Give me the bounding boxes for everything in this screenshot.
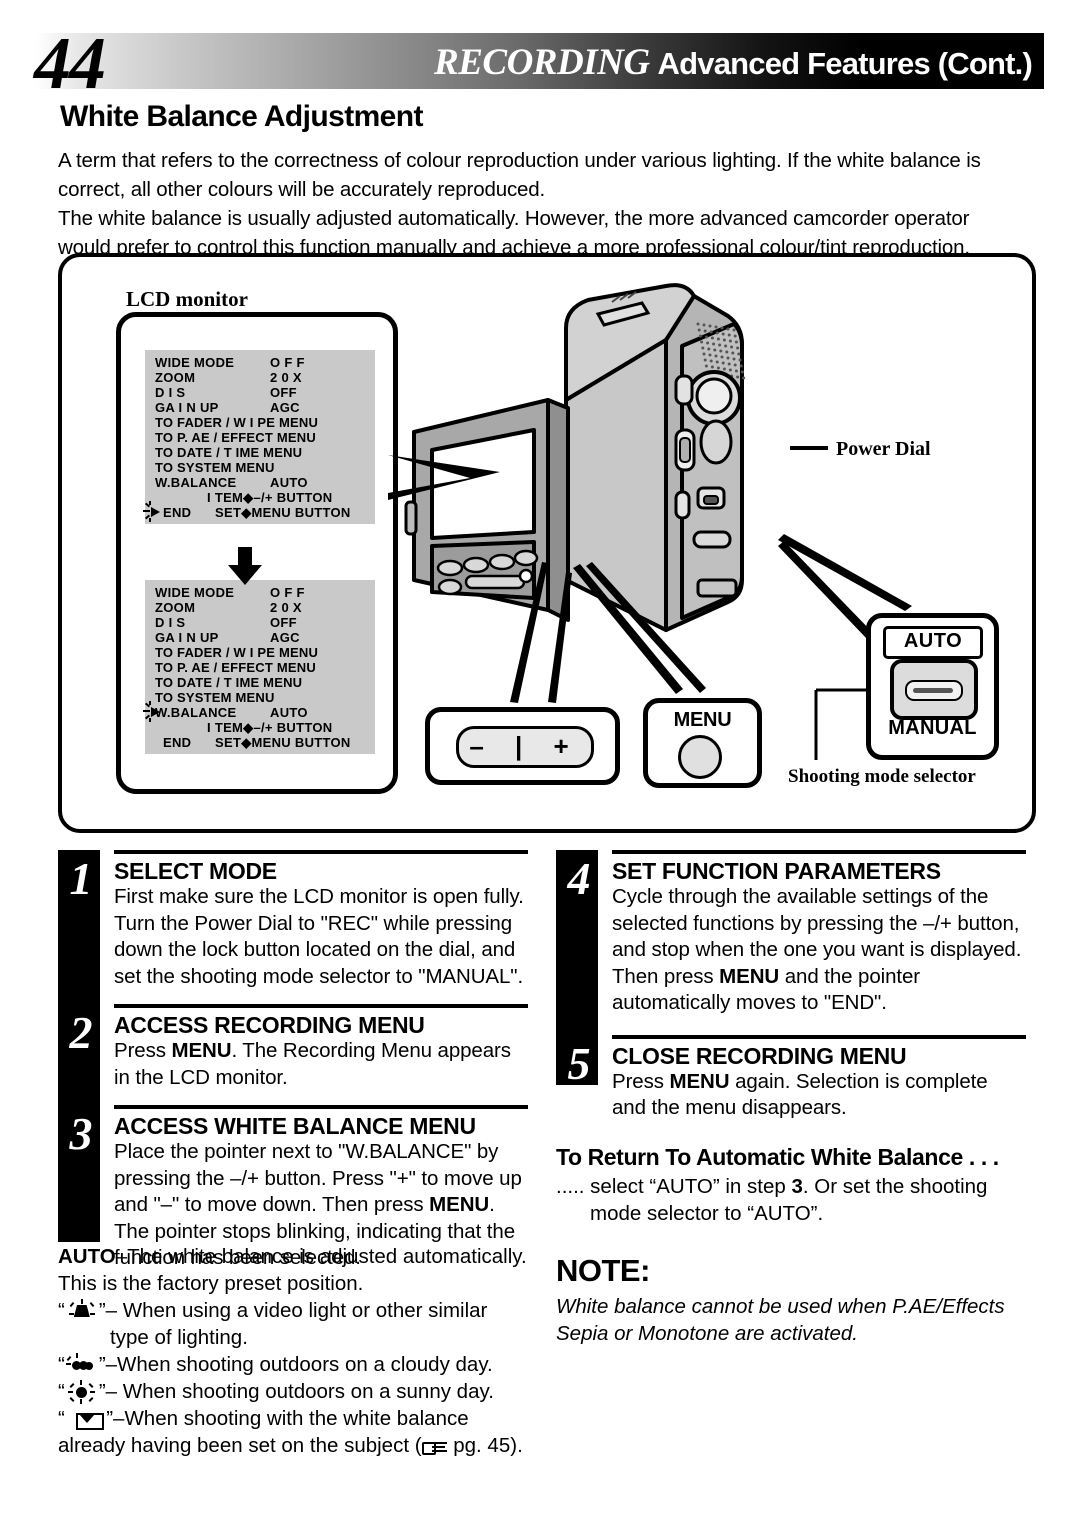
step-body: Cycle through the available settings of …: [612, 885, 1022, 1014]
step-title: ACCESS WHITE BALANCE MENU: [114, 1113, 476, 1139]
mode-switch-thumb[interactable]: [913, 688, 953, 693]
sunny-icon: [65, 1380, 99, 1404]
menu-row: TO DATE / T IME MENU: [155, 445, 303, 460]
menu-row: W.BALANCE AUTO: [155, 475, 308, 490]
shooting-mode-selector-label: Shooting mode selector: [788, 766, 976, 787]
note-heading: NOTE:: [556, 1252, 650, 1288]
steps-column-right: 4 SET FUNCTION PARAMETERS Cycle through …: [556, 850, 1026, 1347]
menu-row: TO SYSTEM MENU: [155, 690, 275, 705]
step-number: 4: [567, 853, 591, 904]
step-1: 1 SELECT MODE First make sure the LCD mo…: [70, 850, 528, 990]
recording-menu-screen-after: WIDE MODE O F F ZOOM 2 0 X D I S OFF GA I N…: [143, 580, 375, 754]
plus-minus-button-callout: – | +: [425, 707, 620, 785]
step-4: 4 SET FUNCTION PARAMETERS Cycle through …: [568, 850, 1026, 1017]
menu-button[interactable]: [678, 735, 722, 779]
mode-switch-track: [905, 680, 963, 701]
power-dial-label: Power Dial: [836, 438, 931, 460]
step-number: 2: [69, 1007, 93, 1058]
menu-row: WIDE MODE O F F: [155, 355, 305, 370]
menu-row: GA I N UP AGC: [155, 630, 300, 645]
manual-white-balance-option: “ ”–When shooting with the white balance…: [58, 1407, 523, 1457]
step-number: 5: [567, 1037, 591, 1089]
mode-switch[interactable]: [890, 659, 978, 720]
menu-button-label: MENU: [673, 709, 732, 731]
cloudy-icon: [65, 1353, 99, 1374]
step-number: 3: [69, 1108, 93, 1159]
manual-label: MANUAL: [888, 717, 977, 739]
steps-column-left: 1 SELECT MODE First make sure the LCD mo…: [58, 850, 528, 1272]
menu-row: TO P. AE / EFFECT MENU: [155, 660, 316, 675]
menu-row-item-hint: I TEM◆–/+ BUTTON: [207, 490, 333, 505]
menu-row: WIDE MODE O F F: [155, 585, 305, 600]
step-body: Press MENU. The Recording Menu appears i…: [114, 1039, 511, 1089]
step-title: SELECT MODE: [114, 858, 277, 884]
recording-menu-screen-before: WIDE MODE O F F ZOOM 2 0 X D I S OFF GA I N…: [143, 350, 375, 524]
menu-row: TO FADER / W I PE MENU: [155, 415, 319, 430]
intro-paragraph-1: A term that refers to the correctness of…: [58, 149, 981, 201]
page-number: 44: [34, 23, 106, 105]
auto-label: AUTO: [883, 626, 983, 659]
shooting-mode-selector-callout: AUTO MANUAL: [866, 613, 999, 760]
menu-button-callout: MENU: [643, 698, 762, 788]
page-title: White Balance Adjustment: [60, 100, 423, 133]
menu-row: ZOOM 2 0 X: [155, 370, 302, 385]
header-title-primary: RECORDING: [434, 42, 650, 83]
menu-row: ZOOM 2 0 X: [155, 600, 302, 615]
step-body: Press MENU again. Selection is complete …: [612, 1069, 988, 1120]
manual-white-balance-icon: [71, 1410, 104, 1430]
lcd-monitor-label: LCD monitor: [126, 287, 248, 311]
step-title: ACCESS RECORDING MENU: [114, 1012, 425, 1038]
menu-row: TO SYSTEM MENU: [155, 460, 275, 475]
menu-row: TO FADER / W I PE MENU: [155, 645, 319, 660]
menu-row: D I S OFF: [155, 385, 297, 400]
menu-row: D I S OFF: [155, 615, 297, 630]
note-body: White balance cannot be used when P.AE/E…: [556, 1294, 1005, 1345]
cloudy-option: “ ”–When shooting outdoors on a cloudy d…: [58, 1353, 493, 1376]
down-arrow-icon: [228, 547, 262, 585]
pointing-hand-icon: [421, 1439, 448, 1455]
menu-row-end-hint: END SET◆MENU BUTTON: [143, 501, 375, 522]
step-body: First make sure the LCD monitor is open …: [114, 885, 524, 988]
video-light-icon: [65, 1299, 99, 1320]
step-number: 1: [69, 853, 93, 904]
menu-row-wbalance-selected: W.BALANCE AUTO: [143, 701, 375, 722]
intro-text: A term that refers to the correctness of…: [58, 146, 1008, 262]
blinking-pointer-icon: [143, 501, 165, 522]
camcorder-illustration: [404, 283, 746, 632]
step-title: SET FUNCTION PARAMETERS: [612, 858, 941, 884]
header-title-secondary: Advanced Features (Cont.): [657, 46, 1033, 81]
video-light-option: “ ”– When using a video light or other s…: [58, 1299, 488, 1349]
return-to-auto-body: ..... select “AUTO” in step 3. Or set th…: [556, 1174, 988, 1225]
blinking-pointer-icon: [143, 701, 165, 722]
white-balance-options-list: AUTO–The white balance is adjusted autom…: [58, 1243, 538, 1459]
menu-row-item-hint: I TEM◆–/+ BUTTON: [207, 720, 333, 735]
menu-row: TO DATE / T IME MENU: [155, 675, 303, 690]
menu-row-end-hint: END SET◆MENU BUTTON: [163, 735, 351, 750]
header-title: RECORDING Advanced Features (Cont.): [434, 41, 1033, 84]
auto-option: AUTO–The white balance is adjusted autom…: [58, 1245, 527, 1295]
step-5: 5 CLOSE RECORDING MENU Press MENU again.…: [568, 1034, 1026, 1122]
page-header: 44 RECORDING Advanced Features (Cont.): [0, 27, 1080, 101]
menu-row: TO P. AE / EFFECT MENU: [155, 430, 316, 445]
menu-row: GA I N UP AGC: [155, 400, 300, 415]
return-to-auto-heading: To Return To Automatic White Balance . .…: [556, 1143, 999, 1170]
step-title: CLOSE RECORDING MENU: [612, 1042, 907, 1069]
step-2: 2 ACCESS RECORDING MENU Press MENU. The …: [70, 1004, 528, 1091]
sunny-option: “ ”– When shooting outdoors on a sunny d…: [58, 1380, 494, 1404]
plus-minus-button[interactable]: – | +: [456, 726, 594, 768]
